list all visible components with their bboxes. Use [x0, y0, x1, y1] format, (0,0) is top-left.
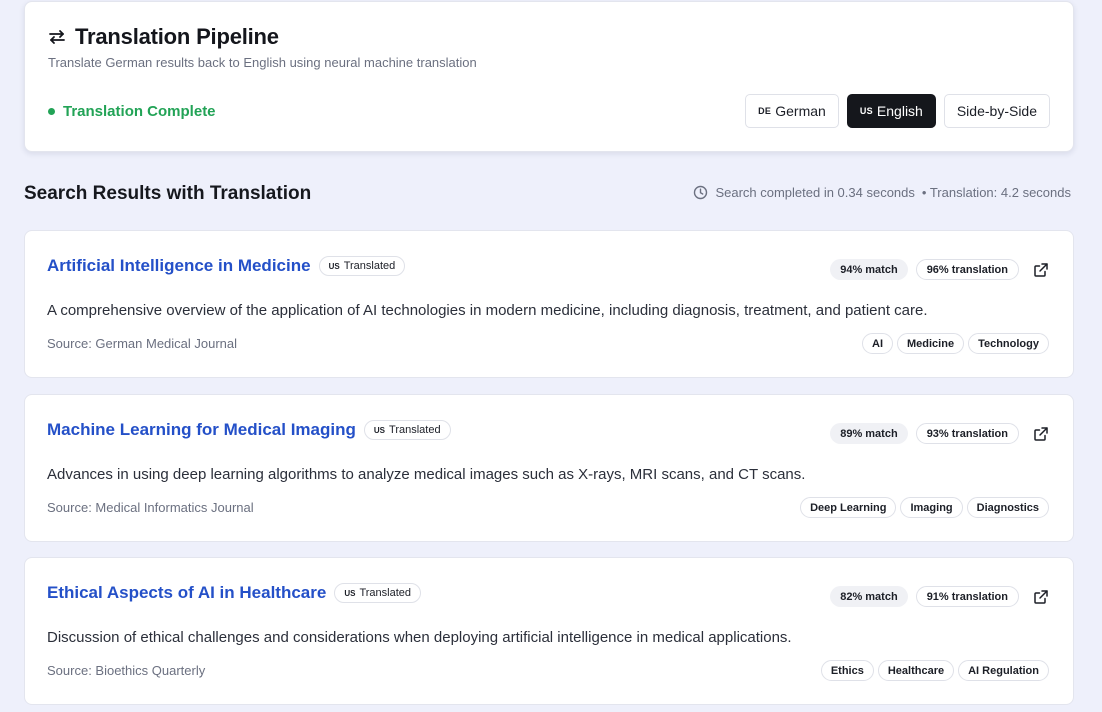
result-card: Machine Learning for Medical Imaging US …: [24, 394, 1074, 542]
external-link-icon[interactable]: [1033, 589, 1049, 605]
flag-us-icon: US: [373, 425, 386, 435]
result-title-link[interactable]: Machine Learning for Medical Imaging: [47, 420, 356, 440]
tag-list: AI Medicine Technology: [862, 333, 1049, 354]
translated-badge-label: Translated: [359, 587, 412, 599]
external-link-icon[interactable]: [1033, 426, 1049, 442]
page-subtitle: Translate German results back to English…: [48, 55, 477, 70]
german-button-label: German: [775, 103, 826, 119]
result-metrics: 89% match 93% translation: [830, 423, 1049, 444]
result-description: Discussion of ethical challenges and con…: [47, 629, 792, 646]
external-link-icon[interactable]: [1033, 262, 1049, 278]
match-score-badge: 89% match: [830, 423, 908, 444]
translation-score-badge: 96% translation: [915, 259, 1019, 280]
tag-list: Ethics Healthcare AI Regulation: [820, 660, 1049, 681]
result-title-row: Machine Learning for Medical Imaging US …: [47, 420, 451, 440]
result-card: Artificial Intelligence in Medicine US T…: [24, 230, 1074, 378]
result-title-link[interactable]: Ethical Aspects of AI in Healthcare: [47, 583, 326, 603]
search-meta: Search completed in 0.34 seconds • Trans…: [693, 185, 1074, 200]
tag[interactable]: AI: [862, 333, 893, 354]
title-row: Translation Pipeline: [48, 24, 279, 50]
flag-us-icon: US: [344, 588, 356, 598]
flag-us-icon: US: [328, 261, 340, 271]
translated-badge-label: Translated: [389, 424, 441, 436]
translated-badge-label: Translated: [343, 260, 396, 272]
result-description: Advances in using deep learning algorith…: [47, 466, 806, 483]
result-card: Ethical Aspects of AI in Healthcare US T…: [24, 557, 1074, 705]
translation-pipeline-card: Translation Pipeline Translate German re…: [24, 1, 1074, 152]
tag-list: Deep Learning Imaging Diagnostics: [800, 497, 1049, 518]
english-button[interactable]: US English: [846, 94, 936, 128]
result-title-link[interactable]: Artificial Intelligence in Medicine: [47, 256, 311, 276]
flag-us-icon: US: [859, 106, 873, 116]
tag[interactable]: Deep Learning: [800, 497, 897, 518]
result-title-row: Ethical Aspects of AI in Healthcare US T…: [47, 583, 422, 603]
result-title-row: Artificial Intelligence in Medicine US T…: [47, 256, 406, 276]
page: Translation Pipeline Translate German re…: [0, 0, 1102, 712]
tag[interactable]: Technology: [968, 333, 1049, 354]
translation-score-badge: 91% translation: [915, 586, 1019, 607]
translation-score-badge: 93% translation: [915, 423, 1019, 444]
translated-badge: US Translated: [334, 583, 422, 603]
translated-badge: US Translated: [318, 256, 406, 276]
tag[interactable]: Medicine: [897, 333, 965, 354]
side-by-side-button[interactable]: Side-by-Side: [943, 94, 1050, 128]
status-dot-icon: [48, 108, 55, 115]
result-source: Source: Medical Informatics Journal: [47, 500, 254, 515]
translation-time: • Translation: 4.2 seconds: [921, 185, 1071, 200]
result-metrics: 94% match 96% translation: [830, 259, 1049, 280]
page-title: Translation Pipeline: [75, 24, 279, 49]
side-by-side-button-label: Side-by-Side: [956, 103, 1037, 119]
swap-arrows-icon: [48, 28, 66, 46]
translated-badge: US Translated: [363, 420, 451, 440]
tag[interactable]: AI Regulation: [958, 660, 1049, 681]
match-score-badge: 94% match: [830, 259, 908, 280]
result-description: A comprehensive overview of the applicat…: [47, 302, 928, 319]
section-title: Search Results with Translation: [24, 183, 312, 204]
language-toggle-group: DE German US English Side-by-Side: [745, 94, 1050, 128]
flag-de-icon: DE: [758, 106, 772, 116]
result-source: Source: Bioethics Quarterly: [47, 663, 206, 678]
status-text: Translation Complete: [63, 103, 216, 120]
tag[interactable]: Imaging: [900, 497, 963, 518]
search-time: Search completed in 0.34 seconds: [715, 185, 915, 200]
result-metrics: 82% match 91% translation: [830, 586, 1049, 607]
tag[interactable]: Diagnostics: [966, 497, 1049, 518]
status-indicator: Translation Complete: [48, 103, 216, 120]
tag[interactable]: Healthcare: [877, 660, 955, 681]
tag[interactable]: Ethics: [820, 660, 874, 681]
clock-icon: [693, 185, 708, 200]
german-button[interactable]: DE German: [745, 94, 839, 128]
english-button-label: English: [876, 103, 923, 119]
result-source: Source: German Medical Journal: [47, 336, 238, 351]
match-score-badge: 82% match: [830, 586, 908, 607]
